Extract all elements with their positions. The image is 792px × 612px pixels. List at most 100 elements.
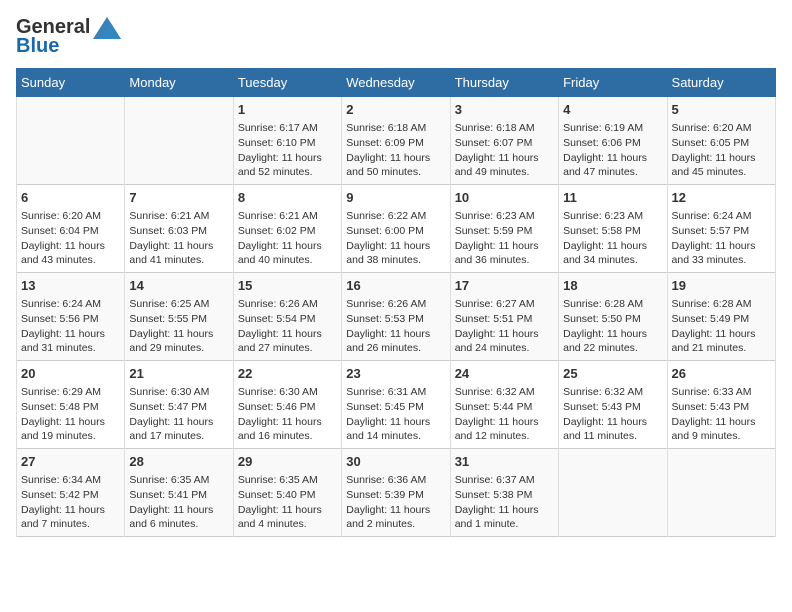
weekday-header: Monday bbox=[125, 69, 233, 97]
weekday-header: Sunday bbox=[17, 69, 125, 97]
day-number: 3 bbox=[455, 101, 554, 119]
cell-info: Sunrise: 6:20 AMSunset: 6:04 PMDaylight:… bbox=[21, 209, 120, 268]
cell-info: Sunrise: 6:31 AMSunset: 5:45 PMDaylight:… bbox=[346, 385, 445, 444]
cell-info: Sunrise: 6:26 AMSunset: 5:54 PMDaylight:… bbox=[238, 297, 337, 356]
calendar-cell: 21 Sunrise: 6:30 AMSunset: 5:47 PMDayligh… bbox=[125, 361, 233, 449]
weekday-header: Wednesday bbox=[342, 69, 450, 97]
cell-info: Sunrise: 6:19 AMSunset: 6:06 PMDaylight:… bbox=[563, 121, 662, 180]
day-number: 2 bbox=[346, 101, 445, 119]
calendar-cell: 8 Sunrise: 6:21 AMSunset: 6:02 PMDaylight… bbox=[233, 185, 341, 273]
calendar-cell: 23 Sunrise: 6:31 AMSunset: 5:45 PMDayligh… bbox=[342, 361, 450, 449]
cell-info: Sunrise: 6:18 AMSunset: 6:09 PMDaylight:… bbox=[346, 121, 445, 180]
day-number: 24 bbox=[455, 365, 554, 383]
cell-info: Sunrise: 6:35 AMSunset: 5:41 PMDaylight:… bbox=[129, 473, 228, 532]
calendar-cell: 1 Sunrise: 6:17 AMSunset: 6:10 PMDaylight… bbox=[233, 97, 341, 185]
cell-info: Sunrise: 6:21 AMSunset: 6:03 PMDaylight:… bbox=[129, 209, 228, 268]
weekday-header: Friday bbox=[559, 69, 667, 97]
cell-info: Sunrise: 6:24 AMSunset: 5:56 PMDaylight:… bbox=[21, 297, 120, 356]
day-number: 19 bbox=[672, 277, 771, 295]
logo-icon bbox=[93, 17, 121, 39]
day-number: 1 bbox=[238, 101, 337, 119]
day-number: 27 bbox=[21, 453, 120, 471]
calendar-week-row: 6 Sunrise: 6:20 AMSunset: 6:04 PMDaylight… bbox=[17, 185, 776, 273]
calendar-week-row: 13 Sunrise: 6:24 AMSunset: 5:56 PMDayligh… bbox=[17, 273, 776, 361]
calendar-week-row: 20 Sunrise: 6:29 AMSunset: 5:48 PMDayligh… bbox=[17, 361, 776, 449]
calendar-week-row: 1 Sunrise: 6:17 AMSunset: 6:10 PMDaylight… bbox=[17, 97, 776, 185]
day-number: 13 bbox=[21, 277, 120, 295]
cell-info: Sunrise: 6:22 AMSunset: 6:00 PMDaylight:… bbox=[346, 209, 445, 268]
calendar-cell: 19 Sunrise: 6:28 AMSunset: 5:49 PMDayligh… bbox=[667, 273, 775, 361]
day-number: 11 bbox=[563, 189, 662, 207]
day-number: 6 bbox=[21, 189, 120, 207]
cell-info: Sunrise: 6:21 AMSunset: 6:02 PMDaylight:… bbox=[238, 209, 337, 268]
calendar-cell: 7 Sunrise: 6:21 AMSunset: 6:03 PMDaylight… bbox=[125, 185, 233, 273]
cell-info: Sunrise: 6:28 AMSunset: 5:50 PMDaylight:… bbox=[563, 297, 662, 356]
day-number: 4 bbox=[563, 101, 662, 119]
calendar-cell bbox=[17, 97, 125, 185]
day-number: 5 bbox=[672, 101, 771, 119]
day-number: 17 bbox=[455, 277, 554, 295]
day-number: 7 bbox=[129, 189, 228, 207]
day-number: 8 bbox=[238, 189, 337, 207]
day-number: 21 bbox=[129, 365, 228, 383]
day-number: 20 bbox=[21, 365, 120, 383]
calendar-cell: 10 Sunrise: 6:23 AMSunset: 5:59 PMDayligh… bbox=[450, 185, 558, 273]
cell-info: Sunrise: 6:23 AMSunset: 5:58 PMDaylight:… bbox=[563, 209, 662, 268]
calendar-table: SundayMondayTuesdayWednesdayThursdayFrid… bbox=[16, 68, 776, 537]
day-number: 10 bbox=[455, 189, 554, 207]
cell-info: Sunrise: 6:25 AMSunset: 5:55 PMDaylight:… bbox=[129, 297, 228, 356]
day-number: 15 bbox=[238, 277, 337, 295]
calendar-cell: 24Sunrise: 6:32 AMSunset: 5:44 PMDayligh… bbox=[450, 361, 558, 449]
calendar-cell: 17Sunrise: 6:27 AMSunset: 5:51 PMDayligh… bbox=[450, 273, 558, 361]
cell-info: Sunrise: 6:32 AMSunset: 5:43 PMDaylight:… bbox=[563, 385, 662, 444]
cell-info: Sunrise: 6:17 AMSunset: 6:10 PMDaylight:… bbox=[238, 121, 337, 180]
weekday-header: Thursday bbox=[450, 69, 558, 97]
cell-info: Sunrise: 6:20 AMSunset: 6:05 PMDaylight:… bbox=[672, 121, 771, 180]
day-number: 16 bbox=[346, 277, 445, 295]
day-number: 31 bbox=[455, 453, 554, 471]
cell-info: Sunrise: 6:23 AMSunset: 5:59 PMDaylight:… bbox=[455, 209, 554, 268]
cell-info: Sunrise: 6:24 AMSunset: 5:57 PMDaylight:… bbox=[672, 209, 771, 268]
calendar-cell: 12 Sunrise: 6:24 AMSunset: 5:57 PMDayligh… bbox=[667, 185, 775, 273]
day-number: 28 bbox=[129, 453, 228, 471]
day-number: 12 bbox=[672, 189, 771, 207]
page-header: General Blue bbox=[16, 16, 776, 58]
calendar-cell bbox=[125, 97, 233, 185]
calendar-cell: 31Sunrise: 6:37 AMSunset: 5:38 PMDayligh… bbox=[450, 449, 558, 537]
calendar-cell: 16 Sunrise: 6:26 AMSunset: 5:53 PMDayligh… bbox=[342, 273, 450, 361]
cell-info: Sunrise: 6:33 AMSunset: 5:43 PMDaylight:… bbox=[672, 385, 771, 444]
calendar-cell: 20 Sunrise: 6:29 AMSunset: 5:48 PMDayligh… bbox=[17, 361, 125, 449]
calendar-cell: 11 Sunrise: 6:23 AMSunset: 5:58 PMDayligh… bbox=[559, 185, 667, 273]
calendar-cell: 15 Sunrise: 6:26 AMSunset: 5:54 PMDayligh… bbox=[233, 273, 341, 361]
cell-info: Sunrise: 6:30 AMSunset: 5:47 PMDaylight:… bbox=[129, 385, 228, 444]
day-number: 22 bbox=[238, 365, 337, 383]
day-number: 26 bbox=[672, 365, 771, 383]
calendar-cell bbox=[559, 449, 667, 537]
calendar-cell: 3 Sunrise: 6:18 AMSunset: 6:07 PMDaylight… bbox=[450, 97, 558, 185]
calendar-cell: 28 Sunrise: 6:35 AMSunset: 5:41 PMDayligh… bbox=[125, 449, 233, 537]
cell-info: Sunrise: 6:18 AMSunset: 6:07 PMDaylight:… bbox=[455, 121, 554, 180]
day-number: 9 bbox=[346, 189, 445, 207]
cell-info: Sunrise: 6:34 AMSunset: 5:42 PMDaylight:… bbox=[21, 473, 120, 532]
weekday-header: Tuesday bbox=[233, 69, 341, 97]
calendar-cell: 2 Sunrise: 6:18 AMSunset: 6:09 PMDaylight… bbox=[342, 97, 450, 185]
calendar-cell: 26 Sunrise: 6:33 AMSunset: 5:43 PMDayligh… bbox=[667, 361, 775, 449]
logo: General Blue bbox=[16, 16, 121, 58]
logo-blue: Blue bbox=[16, 35, 59, 58]
day-number: 18 bbox=[563, 277, 662, 295]
calendar-cell: 29Sunrise: 6:35 AMSunset: 5:40 PMDayligh… bbox=[233, 449, 341, 537]
weekday-header-row: SundayMondayTuesdayWednesdayThursdayFrid… bbox=[17, 69, 776, 97]
calendar-cell: 25Sunrise: 6:32 AMSunset: 5:43 PMDayligh… bbox=[559, 361, 667, 449]
calendar-cell: 4 Sunrise: 6:19 AMSunset: 6:06 PMDaylight… bbox=[559, 97, 667, 185]
calendar-cell: 6 Sunrise: 6:20 AMSunset: 6:04 PMDaylight… bbox=[17, 185, 125, 273]
calendar-cell: 13 Sunrise: 6:24 AMSunset: 5:56 PMDayligh… bbox=[17, 273, 125, 361]
day-number: 30 bbox=[346, 453, 445, 471]
calendar-cell bbox=[667, 449, 775, 537]
day-number: 23 bbox=[346, 365, 445, 383]
calendar-cell: 27 Sunrise: 6:34 AMSunset: 5:42 PMDayligh… bbox=[17, 449, 125, 537]
cell-info: Sunrise: 6:26 AMSunset: 5:53 PMDaylight:… bbox=[346, 297, 445, 356]
calendar-cell: 9 Sunrise: 6:22 AMSunset: 6:00 PMDaylight… bbox=[342, 185, 450, 273]
cell-info: Sunrise: 6:29 AMSunset: 5:48 PMDaylight:… bbox=[21, 385, 120, 444]
cell-info: Sunrise: 6:28 AMSunset: 5:49 PMDaylight:… bbox=[672, 297, 771, 356]
day-number: 14 bbox=[129, 277, 228, 295]
